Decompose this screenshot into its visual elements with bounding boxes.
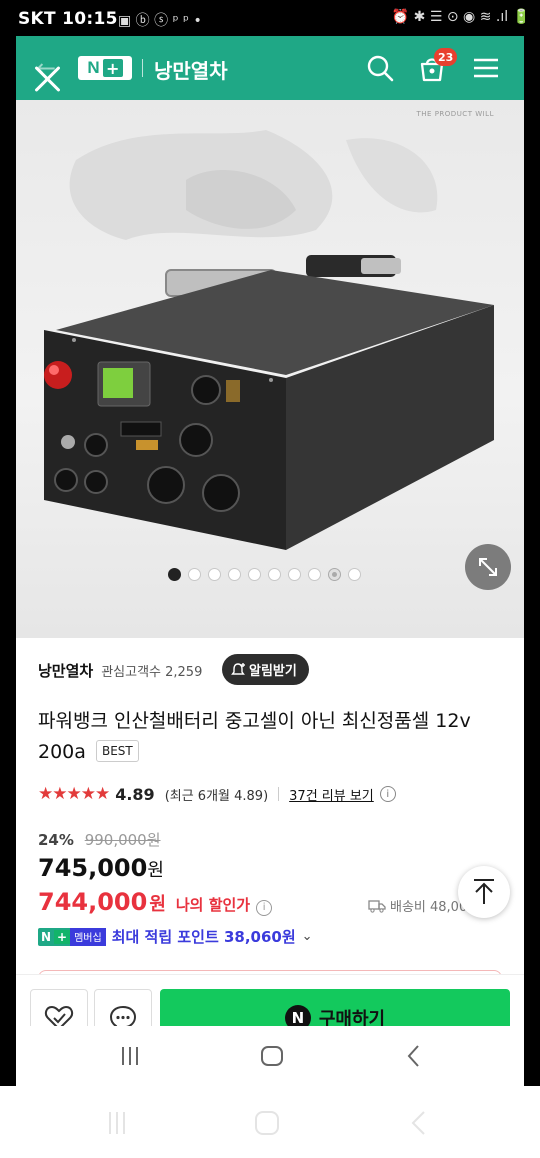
sale-price: 744,000 xyxy=(38,888,148,916)
inner-navigation-bar xyxy=(16,1026,524,1086)
membership-text: 멤버십 xyxy=(70,927,106,946)
info-icon[interactable]: i xyxy=(256,899,273,916)
rating-row: ★★★★★ 4.89 (최근 6개월 4.89) 37건 리뷰 보기 i xyxy=(38,784,396,804)
menu-icon[interactable] xyxy=(470,52,502,84)
expand-icon xyxy=(479,558,497,576)
discount-rate: 24% xyxy=(38,831,74,849)
best-badge: BEST xyxy=(95,740,139,762)
home-icon[interactable] xyxy=(252,1108,282,1138)
store-header: ← N + 낭만열차 23 xyxy=(16,36,524,100)
carousel-dot[interactable] xyxy=(348,568,361,581)
bell-plus-icon xyxy=(231,662,245,675)
outer-navigation-bar xyxy=(0,1086,540,1158)
product-title: 파워뱅크 인산철배터리 중고셀이 아닌 최신정품셀 12v 200a BEST xyxy=(38,706,508,768)
carousel-dot[interactable] xyxy=(248,568,261,581)
alarm-subscribe-button[interactable]: 알림받기 xyxy=(222,654,309,685)
store-row: 낭만열차 관심고객수 2,259 xyxy=(38,660,202,681)
n-logo-letter: N xyxy=(87,58,100,77)
rating-separator xyxy=(278,787,280,801)
home-icon[interactable] xyxy=(258,1042,286,1070)
system-icons: ⏰ ✱ ☰ ⊙ ◉ ≋ .ıl 🔋 xyxy=(391,9,530,25)
product-image-carousel[interactable]: THE PRODUCT WILL xyxy=(16,100,524,638)
store-title[interactable]: 낭만열차 xyxy=(154,55,228,84)
recent-rating: (최근 6개월 4.89) xyxy=(164,788,269,804)
back-icon[interactable] xyxy=(404,1108,434,1138)
carousel-dot[interactable] xyxy=(268,568,281,581)
discount-row: 24% 990,000원 xyxy=(38,829,161,850)
plus-logo-box: + xyxy=(102,59,123,78)
notification-icons: ▣ ⓑ ⓢ ᵖ ᵖ • xyxy=(118,13,202,29)
carousel-dot[interactable] xyxy=(188,568,201,581)
sale-price-unit: 원 xyxy=(149,894,166,915)
recent-apps-icon[interactable] xyxy=(116,1042,144,1070)
my-discount-label: 나의 할인가 xyxy=(175,896,251,914)
scroll-to-top-button[interactable] xyxy=(458,866,510,918)
expand-image-button[interactable] xyxy=(465,544,511,590)
follower-count: 관심고객수 2,259 xyxy=(101,665,203,680)
carousel-dot[interactable] xyxy=(168,568,181,581)
membership-n-letter: N xyxy=(38,929,55,944)
arrow-up-icon xyxy=(474,879,494,904)
naver-plus-membership-badge: N + 멤버십 xyxy=(38,927,106,946)
carousel-dot[interactable] xyxy=(308,568,321,581)
back-icon[interactable] xyxy=(400,1042,428,1070)
membership-points-row[interactable]: N + 멤버십 최대 적립 포인트 38,060원 ⌄ xyxy=(38,926,313,947)
cart-count-badge: 23 xyxy=(434,48,458,66)
truck-icon xyxy=(368,899,386,913)
info-icon[interactable]: i xyxy=(379,786,396,802)
reviews-link[interactable]: 37건 리뷰 보기 xyxy=(289,785,374,804)
max-points: 최대 적립 포인트 38,060원 xyxy=(111,928,296,946)
price-value: 745,000 xyxy=(38,854,148,882)
status-bar: SKT 10:15 ▣ ⓑ ⓢ ᵖ ᵖ • ⏰ ✱ ☰ ⊙ ◉ ≋ .ıl 🔋 xyxy=(0,0,540,36)
price-row: 745,000원 xyxy=(38,854,164,882)
recent-apps-icon[interactable] xyxy=(102,1108,132,1138)
header-divider xyxy=(142,59,143,77)
original-price: 990,000원 xyxy=(84,831,161,849)
price-unit: 원 xyxy=(147,860,164,881)
search-icon[interactable] xyxy=(364,52,396,84)
store-name[interactable]: 낭만열차 xyxy=(38,660,93,681)
rating-score: 4.89 xyxy=(115,784,155,804)
carousel-dot[interactable] xyxy=(208,568,221,581)
star-rating-icon: ★★★★★ xyxy=(38,784,110,804)
carousel-dots xyxy=(168,568,361,581)
chevron-down-icon[interactable]: ⌄ xyxy=(302,929,313,944)
sale-price-row: 744,000 원 나의 할인가 i xyxy=(38,888,273,916)
carousel-dot[interactable] xyxy=(288,568,301,581)
carrier-time: SKT 10:15 xyxy=(18,9,118,29)
alarm-label: 알림받기 xyxy=(249,664,297,679)
carousel-dot[interactable] xyxy=(228,568,241,581)
battery-product-image xyxy=(44,130,494,550)
membership-plus-letter: + xyxy=(54,929,71,944)
app-window: ← N + 낭만열차 23 THE PRODUCT WILL 낭만열차 관심고객… xyxy=(16,36,524,1086)
naver-plus-logo[interactable]: N + xyxy=(78,56,132,80)
carousel-dot-video[interactable] xyxy=(328,568,341,581)
close-icon[interactable] xyxy=(32,64,64,96)
